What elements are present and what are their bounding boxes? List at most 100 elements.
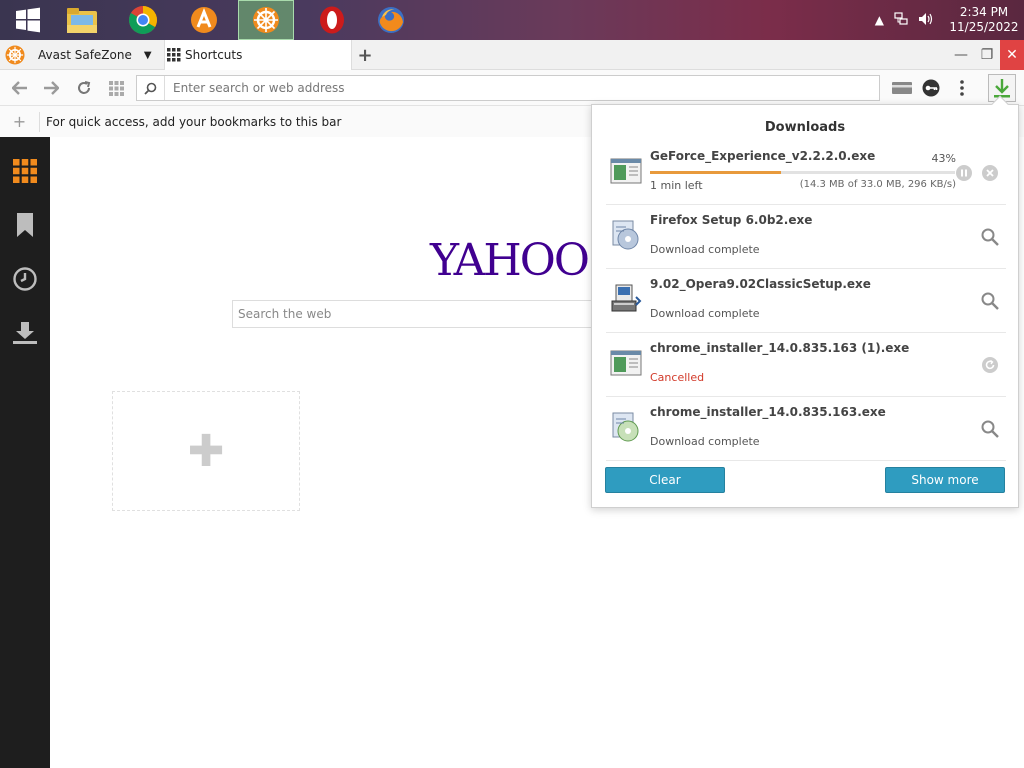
windows-start-button[interactable] (0, 0, 56, 40)
download-percent: 43% (931, 152, 956, 165)
tab-avast-safezone[interactable]: Avast SafeZone ▼ (4, 40, 154, 70)
setup-file-icon (612, 220, 639, 250)
chrome-button[interactable] (115, 0, 171, 40)
close-button[interactable]: ✕ (1000, 40, 1024, 70)
window-controls: — ❐ ✕ (948, 40, 1024, 70)
sidebar-item-apps[interactable] (13, 159, 37, 183)
arrow-left-icon (12, 81, 27, 95)
web-search-input[interactable] (233, 301, 651, 327)
retry-download-button[interactable] (980, 355, 1000, 375)
clock[interactable]: 2:34 PM 11/25/2022 (944, 5, 1024, 35)
browser-window: Avast SafeZone ▼ Shortcuts + — ❐ ✕ Enter… (0, 40, 1024, 768)
sidebar-item-bookmarks[interactable] (13, 213, 37, 237)
back-button[interactable] (9, 77, 31, 99)
download-filename: Firefox Setup 6.0b2.exe (650, 213, 813, 227)
opera-icon (320, 6, 344, 34)
show-in-folder-button[interactable] (980, 291, 1000, 311)
search-icon (981, 420, 999, 438)
download-filename: chrome_installer_14.0.835.163 (1).exe (650, 341, 910, 355)
download-status: Download complete (650, 435, 760, 448)
credit-card-icon (892, 82, 912, 94)
chrome-icon (129, 6, 157, 34)
downloads-title: Downloads (764, 120, 846, 135)
avast-safezone-button[interactable] (238, 0, 294, 40)
safezone-logo-icon (5, 45, 25, 65)
download-item[interactable]: Firefox Setup 6.0b2.exe Download complet… (606, 205, 1006, 269)
search-icon (981, 228, 999, 246)
address-input[interactable] (165, 77, 879, 99)
add-bookmark-button[interactable]: + (0, 111, 40, 132)
system-tray: ▲ 2:34 PM 11/25/2022 (875, 0, 1024, 40)
download-filename: chrome_installer_14.0.835.163.exe (650, 405, 886, 419)
download-progress-bar (650, 171, 955, 174)
tray-overflow-icon[interactable]: ▲ (875, 13, 884, 27)
menu-button[interactable] (951, 77, 973, 99)
bookmarks-hint: For quick access, add your bookmarks to … (46, 114, 342, 129)
network-icon[interactable] (894, 11, 908, 29)
clock-date: 11/25/2022 (949, 20, 1019, 34)
yahoo-logo: YAHOO! (430, 235, 606, 286)
show-in-folder-button[interactable] (980, 227, 1000, 247)
download-item[interactable]: GeForce_Experience_v2.2.2.0.exe 43% 1 mi… (606, 141, 1006, 205)
close-circle-icon (982, 165, 998, 181)
reload-button[interactable] (73, 77, 95, 99)
show-in-folder-button[interactable] (980, 419, 1000, 439)
search-icon (981, 292, 999, 310)
arrow-right-icon (44, 81, 59, 95)
card-button[interactable] (891, 77, 913, 99)
folder-icon (67, 8, 97, 33)
sidebar-item-history[interactable] (13, 267, 37, 291)
file-explorer-button[interactable] (54, 0, 110, 40)
tab-bar: Avast SafeZone ▼ Shortcuts + — ❐ ✕ (0, 40, 1024, 70)
download-item[interactable]: 9.02_Opera9.02ClassicSetup.exe Download … (606, 269, 1006, 333)
download-item[interactable]: chrome_installer_14.0.835.163 (1).exe Ca… (606, 333, 1006, 397)
tab-shortcuts[interactable]: Shortcuts (164, 40, 352, 70)
tab-label: Avast SafeZone (38, 48, 132, 62)
plus-icon: ✚ (187, 425, 225, 477)
download-status: Cancelled (650, 371, 705, 384)
sidebar (0, 137, 50, 768)
taskbar: ▲ 2:34 PM 11/25/2022 (0, 0, 1024, 40)
download-status: Download complete (650, 243, 760, 256)
grid-icon (108, 80, 124, 96)
download-item[interactable]: chrome_installer_14.0.835.163.exe Downlo… (606, 397, 1006, 461)
download-filename: GeForce_Experience_v2.2.2.0.exe (650, 149, 876, 163)
new-tab-button[interactable]: + (356, 40, 374, 70)
web-search-box[interactable] (232, 300, 652, 328)
sidebar-item-downloads[interactable] (13, 321, 37, 345)
tab-label: Shortcuts (185, 48, 243, 62)
download-filename: 9.02_Opera9.02ClassicSetup.exe (650, 277, 871, 291)
password-manager-button[interactable] (920, 77, 942, 99)
minimize-button[interactable]: — (948, 40, 974, 70)
download-icon (994, 79, 1010, 98)
reload-icon (78, 81, 91, 94)
show-more-button[interactable]: Show more (885, 467, 1005, 493)
address-bar[interactable] (136, 75, 880, 101)
windows-logo-icon (16, 7, 40, 33)
forward-button[interactable] (40, 77, 62, 99)
exe-file-icon (610, 350, 642, 376)
add-shortcut-tile[interactable]: ✚ (112, 391, 300, 511)
safezone-wheel-icon (253, 7, 279, 33)
more-vertical-icon (960, 80, 964, 96)
apps-button[interactable] (105, 77, 127, 99)
download-icon (13, 322, 37, 344)
grid-icon (13, 159, 37, 183)
download-status: 1 min left (650, 179, 703, 192)
clear-downloads-button[interactable]: Clear (605, 467, 725, 493)
volume-icon[interactable] (918, 12, 934, 29)
download-progress-fill (650, 171, 782, 174)
key-icon (922, 79, 940, 97)
avast-button[interactable] (176, 0, 232, 40)
opera-button[interactable] (304, 0, 360, 40)
clock-icon (13, 267, 37, 291)
restore-button[interactable]: ❐ (974, 40, 1000, 70)
avast-icon (191, 7, 217, 33)
search-icon (137, 76, 165, 100)
pause-button[interactable] (954, 163, 974, 183)
firefox-button[interactable] (363, 0, 419, 40)
pause-icon (956, 165, 972, 181)
chevron-down-icon[interactable]: ▼ (144, 50, 152, 61)
cancel-download-button[interactable] (980, 163, 1000, 183)
clock-time: 2:34 PM (959, 5, 1009, 19)
